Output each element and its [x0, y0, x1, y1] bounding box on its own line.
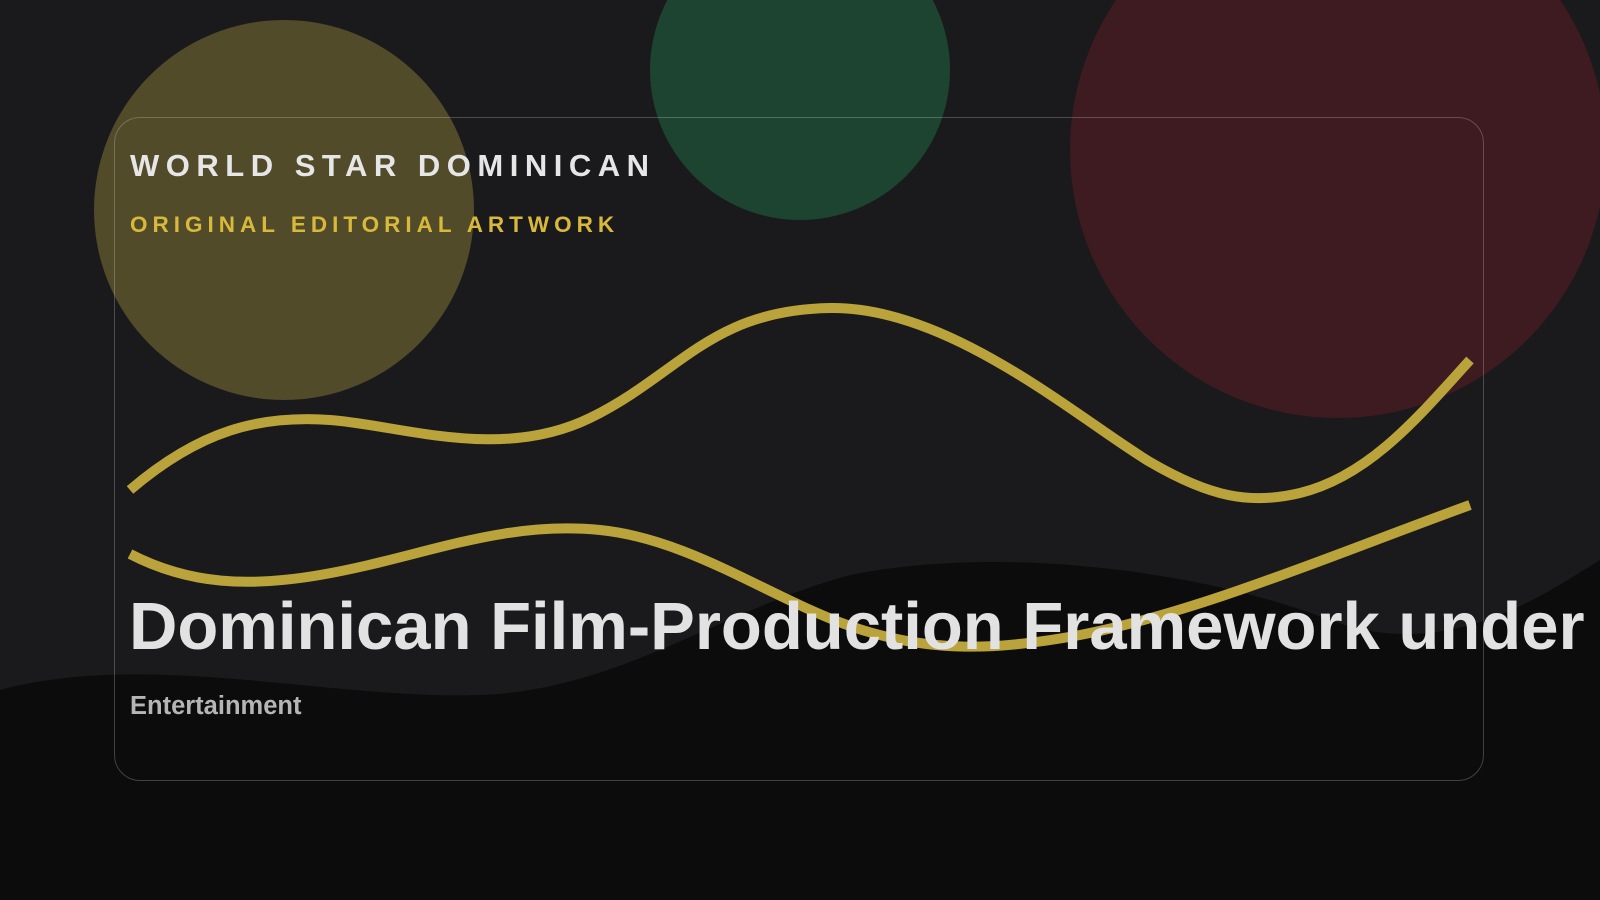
article-headline[interactable]: Dominican Film-Production Framework unde…	[129, 593, 1585, 660]
article-category[interactable]: Entertainment	[130, 692, 301, 721]
brand-name: WORLD STAR DOMINICAN	[130, 148, 656, 183]
brand-tagline: ORIGINAL EDITORIAL ARTWORK	[130, 212, 620, 237]
